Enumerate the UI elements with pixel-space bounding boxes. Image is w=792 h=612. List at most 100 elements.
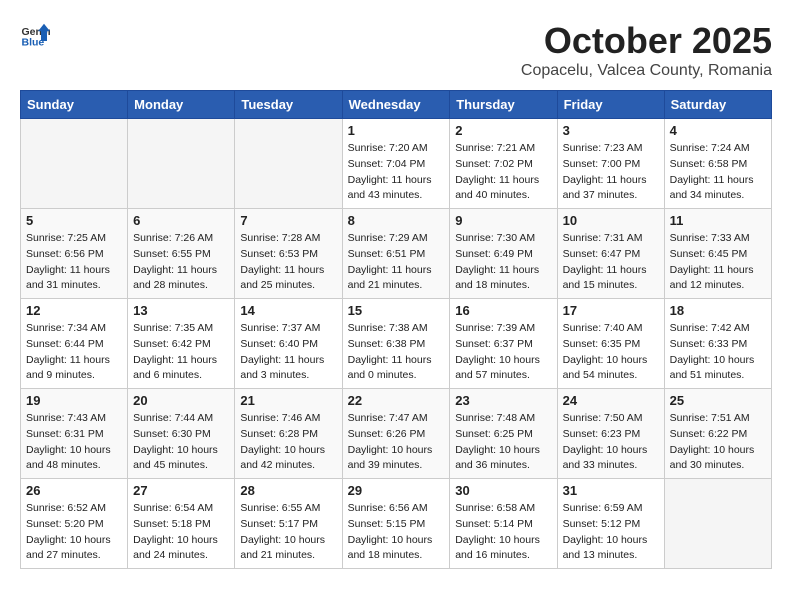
day-number: 11 bbox=[670, 213, 766, 228]
location-title: Copacelu, Valcea County, Romania bbox=[521, 62, 772, 80]
day-info: Sunrise: 7:24 AMSunset: 6:58 PMDaylight:… bbox=[670, 141, 766, 204]
month-title: October 2025 bbox=[521, 20, 772, 62]
day-info: Sunrise: 7:21 AMSunset: 7:02 PMDaylight:… bbox=[455, 141, 551, 204]
day-number: 12 bbox=[26, 303, 122, 318]
day-info: Sunrise: 7:25 AMSunset: 6:56 PMDaylight:… bbox=[26, 231, 122, 294]
day-info: Sunrise: 7:44 AMSunset: 6:30 PMDaylight:… bbox=[133, 411, 229, 474]
day-info: Sunrise: 6:54 AMSunset: 5:18 PMDaylight:… bbox=[133, 501, 229, 564]
calendar-cell: 11 Sunrise: 7:33 AMSunset: 6:45 PMDayligh… bbox=[664, 209, 771, 299]
day-number: 4 bbox=[670, 123, 766, 138]
svg-text:Blue: Blue bbox=[22, 37, 45, 49]
calendar-week-row: 26 Sunrise: 6:52 AMSunset: 5:20 PMDayligh… bbox=[21, 479, 772, 569]
calendar-cell: 14Sunrise: 7:37 AMSunset: 6:40 PMDayligh… bbox=[235, 299, 342, 389]
calendar-cell: 3Sunrise: 7:23 AMSunset: 7:00 PMDaylight… bbox=[557, 119, 664, 209]
calendar-cell: 16 Sunrise: 7:39 AMSunset: 6:37 PMDayligh… bbox=[450, 299, 557, 389]
day-info: Sunrise: 6:52 AMSunset: 5:20 PMDaylight:… bbox=[26, 501, 122, 564]
day-number: 26 bbox=[26, 483, 122, 498]
day-number: 8 bbox=[348, 213, 445, 228]
calendar-week-row: 5Sunrise: 7:25 AMSunset: 6:56 PMDaylight… bbox=[21, 209, 772, 299]
weekday-header: Tuesday bbox=[235, 91, 342, 119]
day-number: 20 bbox=[133, 393, 229, 408]
calendar-cell: 15 Sunrise: 7:38 AMSunset: 6:38 PMDayligh… bbox=[342, 299, 450, 389]
day-info: Sunrise: 7:31 AMSunset: 6:47 PMDaylight:… bbox=[563, 231, 659, 294]
calendar-cell: 30 Sunrise: 6:58 AMSunset: 5:14 PMDayligh… bbox=[450, 479, 557, 569]
weekday-header: Wednesday bbox=[342, 91, 450, 119]
calendar-cell bbox=[235, 119, 342, 209]
day-number: 19 bbox=[26, 393, 122, 408]
day-info: Sunrise: 7:43 AMSunset: 6:31 PMDaylight:… bbox=[26, 411, 122, 474]
day-info: Sunrise: 7:33 AMSunset: 6:45 PMDaylight:… bbox=[670, 231, 766, 294]
calendar-cell: 8 Sunrise: 7:29 AMSunset: 6:51 PMDaylight… bbox=[342, 209, 450, 299]
day-number: 17 bbox=[563, 303, 659, 318]
day-number: 2 bbox=[455, 123, 551, 138]
day-info: Sunrise: 7:48 AMSunset: 6:25 PMDaylight:… bbox=[455, 411, 551, 474]
calendar-cell: 6Sunrise: 7:26 AMSunset: 6:55 PMDaylight… bbox=[128, 209, 235, 299]
day-info: Sunrise: 7:34 AMSunset: 6:44 PMDaylight:… bbox=[26, 321, 122, 384]
day-number: 31 bbox=[563, 483, 659, 498]
day-number: 10 bbox=[563, 213, 659, 228]
calendar-cell: 17 Sunrise: 7:40 AMSunset: 6:35 PMDayligh… bbox=[557, 299, 664, 389]
calendar-cell: 21Sunrise: 7:46 AMSunset: 6:28 PMDayligh… bbox=[235, 389, 342, 479]
logo: General Blue bbox=[20, 20, 50, 50]
calendar-table: SundayMondayTuesdayWednesdayThursdayFrid… bbox=[20, 90, 772, 569]
day-info: Sunrise: 6:59 AMSunset: 5:12 PMDaylight:… bbox=[563, 501, 659, 564]
calendar-cell: 12 Sunrise: 7:34 AMSunset: 6:44 PMDayligh… bbox=[21, 299, 128, 389]
day-number: 24 bbox=[563, 393, 659, 408]
calendar-cell: 20 Sunrise: 7:44 AMSunset: 6:30 PMDayligh… bbox=[128, 389, 235, 479]
day-info: Sunrise: 7:20 AMSunset: 7:04 PMDaylight:… bbox=[348, 141, 445, 204]
day-info: Sunrise: 7:47 AMSunset: 6:26 PMDaylight:… bbox=[348, 411, 445, 474]
day-number: 15 bbox=[348, 303, 445, 318]
calendar-cell: 28 Sunrise: 6:55 AMSunset: 5:17 PMDayligh… bbox=[235, 479, 342, 569]
weekday-header: Friday bbox=[557, 91, 664, 119]
day-info: Sunrise: 7:28 AMSunset: 6:53 PMDaylight:… bbox=[240, 231, 336, 294]
day-info: Sunrise: 7:35 AMSunset: 6:42 PMDaylight:… bbox=[133, 321, 229, 384]
calendar-cell: 13 Sunrise: 7:35 AMSunset: 6:42 PMDayligh… bbox=[128, 299, 235, 389]
calendar-cell: 29Sunrise: 6:56 AMSunset: 5:15 PMDayligh… bbox=[342, 479, 450, 569]
page-header: General Blue October 2025 Copacelu, Valc… bbox=[20, 20, 772, 80]
day-number: 28 bbox=[240, 483, 336, 498]
calendar-cell: 10 Sunrise: 7:31 AMSunset: 6:47 PMDayligh… bbox=[557, 209, 664, 299]
logo-icon: General Blue bbox=[20, 20, 50, 50]
day-info: Sunrise: 7:42 AMSunset: 6:33 PMDaylight:… bbox=[670, 321, 766, 384]
day-info: Sunrise: 6:56 AMSunset: 5:15 PMDaylight:… bbox=[348, 501, 445, 564]
day-number: 3 bbox=[563, 123, 659, 138]
calendar-cell: 25 Sunrise: 7:51 AMSunset: 6:22 PMDayligh… bbox=[664, 389, 771, 479]
calendar-cell: 9 Sunrise: 7:30 AMSunset: 6:49 PMDaylight… bbox=[450, 209, 557, 299]
calendar-cell: 1 Sunrise: 7:20 AMSunset: 7:04 PMDaylight… bbox=[342, 119, 450, 209]
calendar-cell: 2 Sunrise: 7:21 AMSunset: 7:02 PMDaylight… bbox=[450, 119, 557, 209]
calendar-cell: 22Sunrise: 7:47 AMSunset: 6:26 PMDayligh… bbox=[342, 389, 450, 479]
day-info: Sunrise: 7:37 AMSunset: 6:40 PMDaylight:… bbox=[240, 321, 336, 384]
day-number: 13 bbox=[133, 303, 229, 318]
day-info: Sunrise: 7:51 AMSunset: 6:22 PMDaylight:… bbox=[670, 411, 766, 474]
day-number: 25 bbox=[670, 393, 766, 408]
calendar-cell: 23Sunrise: 7:48 AMSunset: 6:25 PMDayligh… bbox=[450, 389, 557, 479]
calendar-cell: 7Sunrise: 7:28 AMSunset: 6:53 PMDaylight… bbox=[235, 209, 342, 299]
day-number: 18 bbox=[670, 303, 766, 318]
calendar-week-row: 19 Sunrise: 7:43 AMSunset: 6:31 PMDayligh… bbox=[21, 389, 772, 479]
calendar-cell bbox=[128, 119, 235, 209]
day-info: Sunrise: 7:29 AMSunset: 6:51 PMDaylight:… bbox=[348, 231, 445, 294]
day-info: Sunrise: 7:40 AMSunset: 6:35 PMDaylight:… bbox=[563, 321, 659, 384]
day-number: 1 bbox=[348, 123, 445, 138]
day-info: Sunrise: 7:30 AMSunset: 6:49 PMDaylight:… bbox=[455, 231, 551, 294]
day-info: Sunrise: 7:38 AMSunset: 6:38 PMDaylight:… bbox=[348, 321, 445, 384]
calendar-week-row: 1 Sunrise: 7:20 AMSunset: 7:04 PMDaylight… bbox=[21, 119, 772, 209]
day-info: Sunrise: 6:55 AMSunset: 5:17 PMDaylight:… bbox=[240, 501, 336, 564]
calendar-cell: 18 Sunrise: 7:42 AMSunset: 6:33 PMDayligh… bbox=[664, 299, 771, 389]
weekday-header: Thursday bbox=[450, 91, 557, 119]
calendar-header-row: SundayMondayTuesdayWednesdayThursdayFrid… bbox=[21, 91, 772, 119]
calendar-cell: 4 Sunrise: 7:24 AMSunset: 6:58 PMDaylight… bbox=[664, 119, 771, 209]
day-number: 16 bbox=[455, 303, 551, 318]
calendar-cell: 19 Sunrise: 7:43 AMSunset: 6:31 PMDayligh… bbox=[21, 389, 128, 479]
day-info: Sunrise: 7:46 AMSunset: 6:28 PMDaylight:… bbox=[240, 411, 336, 474]
day-info: Sunrise: 7:26 AMSunset: 6:55 PMDaylight:… bbox=[133, 231, 229, 294]
day-number: 9 bbox=[455, 213, 551, 228]
day-info: Sunrise: 7:39 AMSunset: 6:37 PMDaylight:… bbox=[455, 321, 551, 384]
calendar-cell bbox=[21, 119, 128, 209]
day-number: 30 bbox=[455, 483, 551, 498]
title-section: October 2025 Copacelu, Valcea County, Ro… bbox=[521, 20, 772, 80]
day-info: Sunrise: 6:58 AMSunset: 5:14 PMDaylight:… bbox=[455, 501, 551, 564]
weekday-header: Monday bbox=[128, 91, 235, 119]
calendar-cell: 26 Sunrise: 6:52 AMSunset: 5:20 PMDayligh… bbox=[21, 479, 128, 569]
calendar-cell: 31 Sunrise: 6:59 AMSunset: 5:12 PMDayligh… bbox=[557, 479, 664, 569]
